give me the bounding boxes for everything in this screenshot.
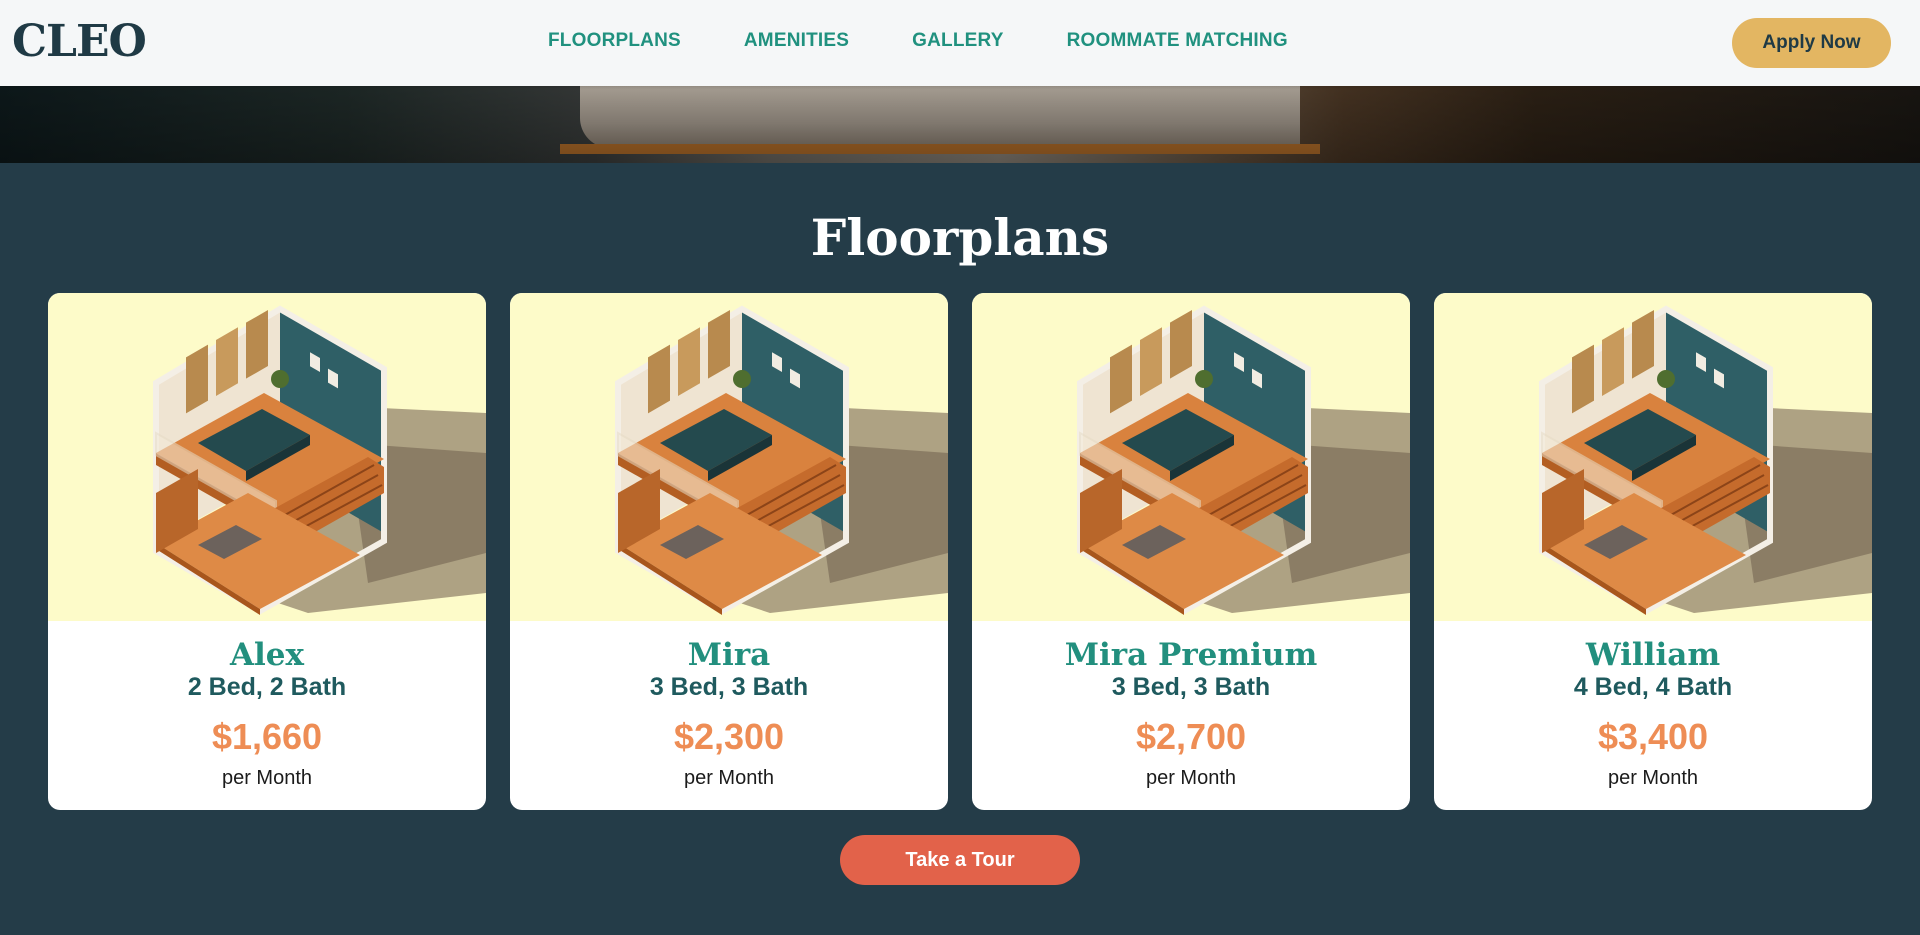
floorplan-card[interactable]: Mira 3 Bed, 3 Bath $2,300 per Month bbox=[510, 293, 948, 810]
section-title: Floorplans bbox=[810, 208, 1110, 267]
floorplan-image bbox=[972, 293, 1410, 621]
floorplan-beds: 3 Bed, 3 Bath bbox=[1111, 673, 1271, 701]
apply-now-button[interactable]: Apply Now bbox=[1732, 18, 1891, 68]
floorplan-price: $2,300 bbox=[673, 716, 785, 757]
floorplan-beds: 3 Bed, 3 Bath bbox=[649, 673, 809, 701]
floorplan-image bbox=[1434, 293, 1872, 621]
floorplan-price-period: per Month bbox=[1607, 767, 1699, 789]
nav-roommate-matching[interactable]: ROOMMATE MATCHING bbox=[1067, 30, 1288, 52]
floorplan-card[interactable]: William 4 Bed, 4 Bath $3,400 per Month bbox=[1434, 293, 1872, 810]
floorplan-image bbox=[510, 293, 948, 621]
nav-gallery[interactable]: GALLERY bbox=[912, 30, 1003, 52]
floorplan-beds: 4 Bed, 4 Bath bbox=[1573, 673, 1733, 701]
floorplan-name: Mira Premium bbox=[1064, 637, 1318, 673]
floorplan-name: William bbox=[1585, 637, 1721, 673]
floorplan-price-period: per Month bbox=[683, 767, 775, 789]
site-header: CLEO FLOORPLANS AMENITIES GALLERY ROOMMA… bbox=[0, 0, 1920, 86]
floorplan-price-period: per Month bbox=[221, 767, 313, 789]
floorplan-beds: 2 Bed, 2 Bath bbox=[187, 673, 347, 701]
floorplan-image bbox=[48, 293, 486, 621]
floorplan-price-period: per Month bbox=[1145, 767, 1237, 789]
floorplan-price: $1,660 bbox=[211, 716, 323, 757]
nav-amenities[interactable]: AMENITIES bbox=[744, 30, 849, 52]
floorplan-name: Alex bbox=[229, 637, 305, 673]
main-nav: FLOORPLANS AMENITIES GALLERY ROOMMATE MA… bbox=[548, 30, 1351, 52]
nav-floorplans[interactable]: FLOORPLANS bbox=[548, 30, 681, 52]
floorplan-price: $3,400 bbox=[1597, 716, 1709, 757]
take-a-tour-button[interactable]: Take a Tour bbox=[840, 835, 1080, 885]
hero-image bbox=[0, 86, 1920, 163]
floorplan-card[interactable]: Alex 2 Bed, 2 Bath $1,660 per Month bbox=[48, 293, 486, 810]
floorplan-card[interactable]: Mira Premium 3 Bed, 3 Bath $2,700 per Mo… bbox=[972, 293, 1410, 810]
hero-shade bbox=[0, 86, 1920, 163]
floorplan-name: Mira bbox=[687, 637, 771, 673]
logo[interactable]: CLEO bbox=[12, 16, 147, 67]
floorplan-price: $2,700 bbox=[1135, 716, 1247, 757]
